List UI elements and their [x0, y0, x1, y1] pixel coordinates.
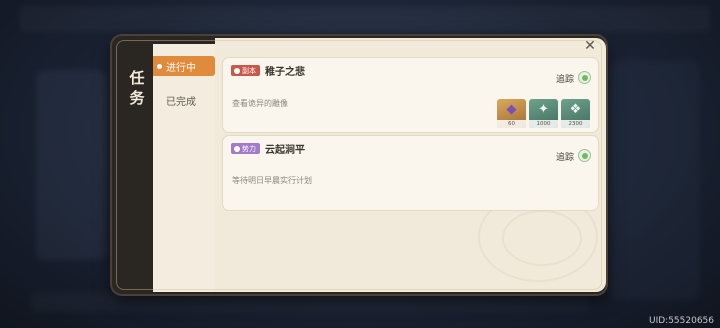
- tab-label: 已完成: [166, 96, 196, 108]
- quest-description: 查看诡异的雕像: [232, 99, 288, 108]
- reward-count: 2300: [561, 120, 590, 128]
- quest-type-label: 势力: [242, 144, 256, 153]
- quest-title: 稚子之悲: [265, 67, 305, 78]
- panel-title-strip: 任 务: [120, 44, 154, 288]
- uid-label: UID:55520656: [648, 316, 714, 326]
- reward-count: 1000: [529, 120, 558, 128]
- track-label: 追踪: [555, 75, 574, 85]
- background-hud-top: [20, 6, 710, 32]
- reward-item[interactable]: ❖ 2300: [561, 99, 590, 128]
- tab-dot: [157, 98, 162, 103]
- reward-count: 60: [497, 120, 526, 128]
- background-hud-bottom: [30, 292, 590, 312]
- quest-type-label: 副本: [242, 66, 256, 75]
- track-toggle[interactable]: [579, 150, 590, 161]
- badge-dot-icon: [234, 145, 240, 152]
- quest-type-badge: 副本: [231, 65, 260, 76]
- quest-rewards: ◆ 60 ✦ 1000 ❖ 2300: [497, 99, 590, 128]
- badge-dot-icon: [234, 67, 240, 74]
- reward-item[interactable]: ✦ 1000: [529, 99, 558, 128]
- quest-card[interactable]: 势力 云起涧平 等待明日早晨实行计划 追踪: [223, 136, 598, 210]
- track-toggle[interactable]: [579, 72, 590, 83]
- quest-description: 等待明日早晨实行计划: [232, 176, 312, 185]
- weapon-icon: ✦: [538, 102, 549, 117]
- background-hud-right: [610, 60, 700, 300]
- tab-completed[interactable]: 已完成: [153, 90, 215, 110]
- decorative-swirl: [502, 210, 582, 266]
- track-label: 追踪: [555, 153, 574, 163]
- purple-gem-icon: ◆: [506, 102, 517, 117]
- quest-title: 云起涧平: [265, 145, 305, 156]
- fish-icon: ❖: [569, 102, 582, 117]
- quest-tabs: 进行中 已完成: [153, 44, 215, 292]
- close-button[interactable]: ✕: [582, 38, 598, 54]
- tab-label: 进行中: [166, 62, 196, 74]
- close-x-icon: ✕: [584, 38, 596, 54]
- quest-card[interactable]: 副本 稚子之悲 查看诡异的雕像 追踪 ◆ 60 ✦ 1000 ❖ 2300: [223, 58, 598, 132]
- tab-in-progress[interactable]: 进行中: [153, 56, 215, 76]
- reward-item[interactable]: ◆ 60: [497, 99, 526, 128]
- panel-title-char-1: 任: [129, 69, 145, 87]
- tab-active-dot: [157, 63, 162, 69]
- quest-type-badge: 势力: [231, 143, 260, 154]
- background-hud-left: [36, 70, 106, 260]
- panel-title-char-2: 务: [129, 89, 145, 107]
